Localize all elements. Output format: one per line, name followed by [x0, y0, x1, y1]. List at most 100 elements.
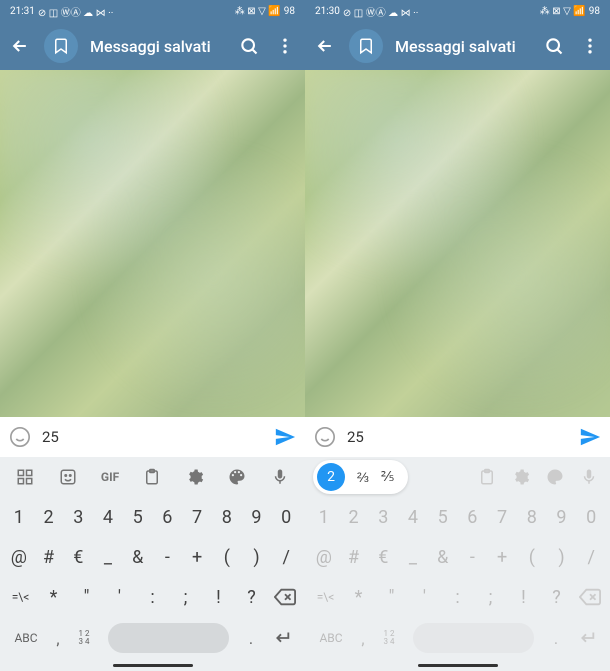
key-8[interactable]: 8	[517, 499, 547, 535]
kb-tool-gif[interactable]: GIF	[93, 460, 127, 494]
key-period[interactable]: .	[546, 629, 566, 648]
key-dquote[interactable]: "	[375, 579, 408, 615]
key-at[interactable]: @	[309, 539, 339, 575]
chat-title[interactable]: Messaggi salvati	[395, 37, 530, 56]
key-1[interactable]: 1	[4, 499, 34, 535]
key-squote[interactable]: '	[408, 579, 441, 615]
key-semicolon[interactable]: ;	[169, 579, 202, 615]
key-numpad[interactable]: 1 23 4	[72, 630, 96, 646]
key-2[interactable]: 2	[34, 499, 64, 535]
key-5[interactable]: 5	[123, 499, 153, 535]
key-dquote[interactable]: "	[70, 579, 103, 615]
kb-tool-grid-icon[interactable]	[8, 460, 42, 494]
key-8[interactable]: 8	[212, 499, 242, 535]
nav-handle[interactable]	[418, 664, 498, 667]
kb-tool-settings-icon[interactable]	[178, 460, 212, 494]
key-slash[interactable]: /	[576, 539, 606, 575]
send-icon[interactable]	[273, 425, 297, 449]
key-euro[interactable]: €	[63, 539, 93, 575]
message-input[interactable]: 25	[347, 428, 568, 446]
key-4[interactable]: 4	[398, 499, 428, 535]
key-9[interactable]: 9	[242, 499, 272, 535]
chat-area[interactable]	[305, 70, 610, 417]
key-7[interactable]: 7	[487, 499, 517, 535]
emoji-icon[interactable]	[8, 425, 32, 449]
chat-area[interactable]	[0, 70, 305, 417]
suggestion-two-thirds[interactable]: ⅔	[357, 469, 369, 486]
key-4[interactable]: 4	[93, 499, 123, 535]
key-star[interactable]: *	[37, 579, 70, 615]
key-symbols[interactable]: =\<	[4, 579, 37, 615]
key-enter-icon[interactable]	[570, 622, 602, 654]
key-5[interactable]: 5	[428, 499, 458, 535]
key-bang[interactable]: !	[202, 579, 235, 615]
key-0[interactable]: 0	[271, 499, 301, 535]
key-minus[interactable]: -	[458, 539, 488, 575]
key-0[interactable]: 0	[576, 499, 606, 535]
kb-tool-palette-icon[interactable]	[220, 460, 254, 494]
key-minus[interactable]: -	[153, 539, 183, 575]
key-euro[interactable]: €	[368, 539, 398, 575]
key-numpad[interactable]: 1 23 4	[377, 630, 401, 646]
key-comma[interactable]: ,	[48, 629, 68, 648]
key-underscore[interactable]: _	[398, 539, 428, 575]
avatar[interactable]	[349, 29, 383, 63]
key-backspace-icon[interactable]	[573, 579, 606, 615]
suggestion-two-fifths[interactable]: ⅖	[381, 469, 395, 485]
key-colon[interactable]: :	[136, 579, 169, 615]
more-icon[interactable]	[578, 34, 602, 58]
nav-handle[interactable]	[113, 664, 193, 667]
search-icon[interactable]	[542, 34, 566, 58]
kb-tool-mic-icon[interactable]	[572, 460, 606, 494]
key-star[interactable]: *	[342, 579, 375, 615]
key-underscore[interactable]: _	[93, 539, 123, 575]
key-rparen[interactable]: )	[547, 539, 577, 575]
key-colon[interactable]: :	[441, 579, 474, 615]
emoji-icon[interactable]	[313, 425, 337, 449]
key-1[interactable]: 1	[309, 499, 339, 535]
key-rparen[interactable]: )	[242, 539, 272, 575]
back-icon[interactable]	[313, 34, 337, 58]
kb-tool-palette-icon[interactable]	[538, 460, 572, 494]
key-question[interactable]: ?	[235, 579, 268, 615]
chat-title[interactable]: Messaggi salvati	[90, 37, 225, 56]
key-backspace-icon[interactable]	[268, 579, 301, 615]
key-6[interactable]: 6	[153, 499, 183, 535]
back-icon[interactable]	[8, 34, 32, 58]
key-3[interactable]: 3	[63, 499, 93, 535]
send-icon[interactable]	[578, 425, 602, 449]
more-icon[interactable]	[273, 34, 297, 58]
search-icon[interactable]	[237, 34, 261, 58]
key-enter-icon[interactable]	[265, 622, 297, 654]
key-symbols[interactable]: =\<	[309, 579, 342, 615]
key-space[interactable]	[108, 623, 229, 653]
key-lparen[interactable]: (	[212, 539, 242, 575]
key-9[interactable]: 9	[547, 499, 577, 535]
key-3[interactable]: 3	[368, 499, 398, 535]
kb-tool-clipboard-icon[interactable]	[470, 460, 504, 494]
key-plus[interactable]: +	[182, 539, 212, 575]
kb-tool-clipboard-icon[interactable]	[135, 460, 169, 494]
key-lparen[interactable]: (	[517, 539, 547, 575]
key-space[interactable]	[413, 623, 534, 653]
key-period[interactable]: .	[241, 629, 261, 648]
key-amp[interactable]: &	[123, 539, 153, 575]
key-amp[interactable]: &	[428, 539, 458, 575]
suggestion-highlighted[interactable]: 2	[317, 463, 345, 491]
kb-tool-sticker-icon[interactable]	[51, 460, 85, 494]
key-6[interactable]: 6	[458, 499, 488, 535]
key-slash[interactable]: /	[271, 539, 301, 575]
kb-tool-mic-icon[interactable]	[263, 460, 297, 494]
key-squote[interactable]: '	[103, 579, 136, 615]
key-abc[interactable]: ABC	[8, 631, 44, 645]
key-hash[interactable]: #	[339, 539, 369, 575]
key-2[interactable]: 2	[339, 499, 369, 535]
key-question[interactable]: ?	[540, 579, 573, 615]
avatar[interactable]	[44, 29, 78, 63]
key-7[interactable]: 7	[182, 499, 212, 535]
key-comma[interactable]: ,	[353, 629, 373, 648]
kb-tool-settings-icon[interactable]	[504, 460, 538, 494]
key-at[interactable]: @	[4, 539, 34, 575]
key-plus[interactable]: +	[487, 539, 517, 575]
key-abc[interactable]: ABC	[313, 631, 349, 645]
